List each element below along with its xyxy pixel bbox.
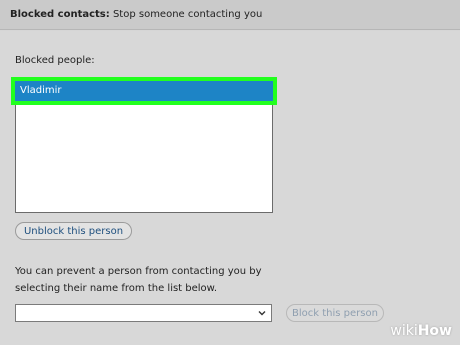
list-item-selected[interactable]: Vladimir <box>11 77 277 105</box>
contact-select-dropdown[interactable] <box>15 304 272 322</box>
block-button[interactable]: Block this person <box>286 304 384 322</box>
header-subtitle: Stop someone contacting you <box>112 9 263 20</box>
wikihow-logo: wikiHow <box>390 323 452 339</box>
blocked-people-label: Blocked people: <box>15 55 95 66</box>
unblock-button[interactable]: Unblock this person <box>15 222 132 240</box>
prevent-instructions: You can prevent a person from contacting… <box>15 263 315 297</box>
header-title: Blocked contacts: <box>10 9 110 20</box>
prevent-text-line2: selecting their name from the list below… <box>15 283 218 294</box>
chevron-down-icon <box>258 311 266 316</box>
list-item-label: Vladimir <box>20 85 62 96</box>
dialog-header: Blocked contacts: Stop someone contactin… <box>0 0 460 30</box>
prevent-text-line1: You can prevent a person from contacting… <box>15 266 262 277</box>
